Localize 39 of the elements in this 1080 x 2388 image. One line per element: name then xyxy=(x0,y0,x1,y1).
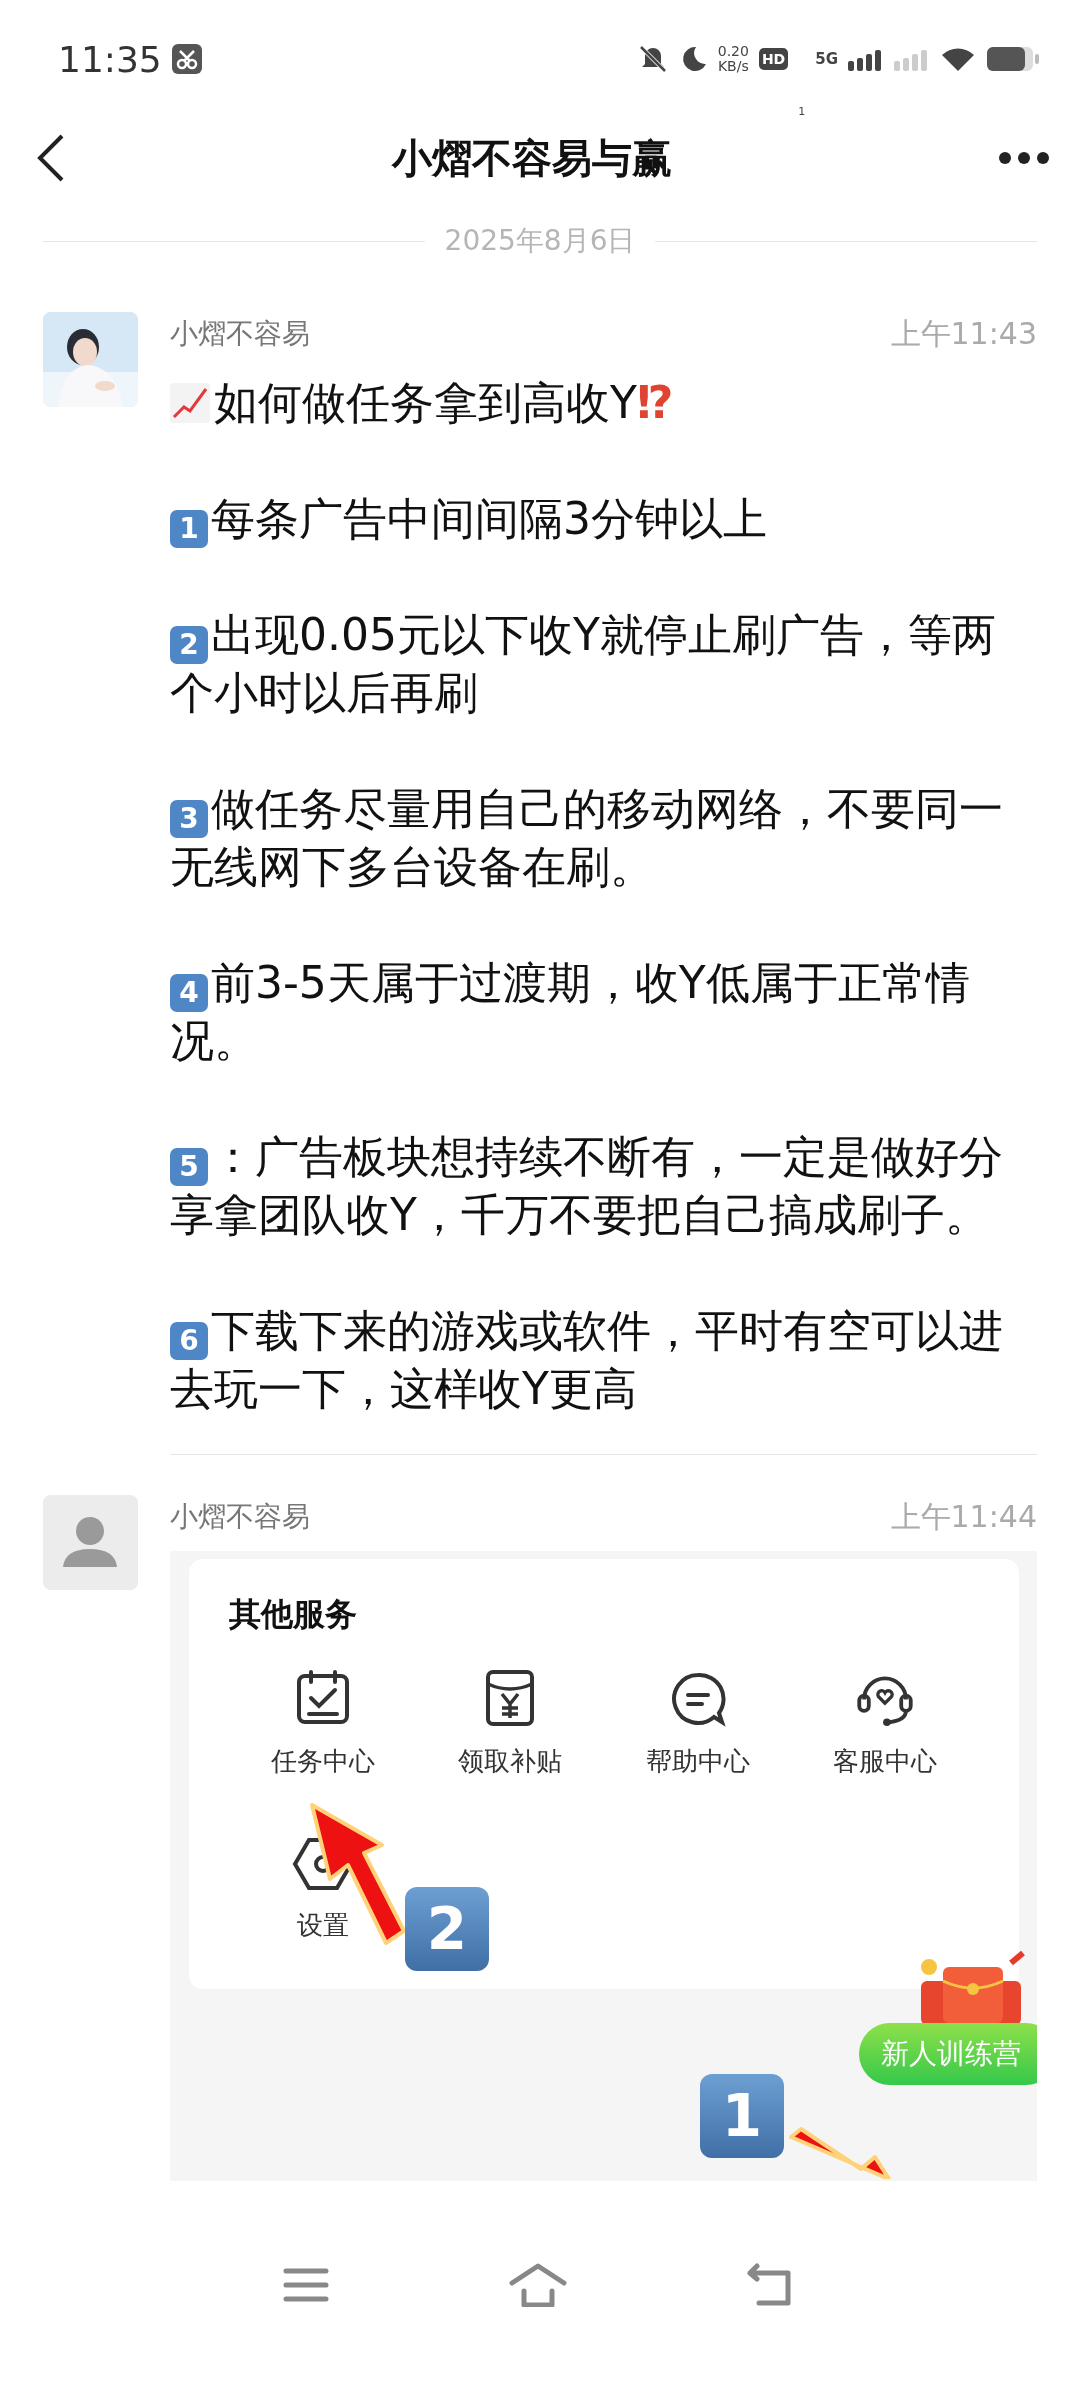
message-time: 上午11:44 xyxy=(890,1497,1037,1536)
chart-up-icon xyxy=(170,383,210,423)
battery-icon xyxy=(986,46,1040,72)
step-badge: 2 xyxy=(405,1887,489,1971)
more-icon[interactable] xyxy=(998,151,1050,165)
back-icon[interactable] xyxy=(36,133,66,183)
signal-icon xyxy=(848,47,884,71)
signal-weak-icon xyxy=(894,47,930,71)
home-icon[interactable] xyxy=(509,2262,567,2307)
chat-title: 小熠不容易与赢 xyxy=(390,133,673,183)
service-label: 帮助中心 xyxy=(645,1745,750,1778)
numbered-tip: 2 出现0.05元以下收Y就停止刷广告，等两个小时以后再刷 xyxy=(170,608,997,720)
yen-box-icon xyxy=(484,1668,537,1728)
service-label: 任务中心 xyxy=(270,1745,375,1778)
speed-unit: KB/s xyxy=(717,59,749,74)
numbered-tip: 1 每条广告中间间隔3分钟以上 xyxy=(170,490,1010,548)
numbered-tip: 3 做任务尽量用自己的移动网络，不要同一无线网下多台设备在刷。 xyxy=(170,782,1004,894)
sim-number: 1 xyxy=(798,105,806,118)
step-badge: 1 xyxy=(700,2074,784,2158)
sender-name: 小熠不容易 xyxy=(170,1499,310,1535)
service-label: 设置 xyxy=(296,1909,349,1942)
hd-badge: HD xyxy=(758,48,789,70)
scissors-icon xyxy=(171,44,202,74)
speed-value: 0.20 xyxy=(717,44,749,59)
service-label: 领取补贴 xyxy=(458,1745,563,1778)
section-title: 其他服务 xyxy=(229,1594,358,1635)
network-type: 5G xyxy=(815,50,838,68)
menu-icon[interactable] xyxy=(283,2266,329,2303)
numbered-tip: 6 下载下来的游戏或软件，平时有空可以进去玩一下，这样收Y更高 xyxy=(170,1304,1004,1416)
sender-name: 小熠不容易 xyxy=(170,316,310,352)
bell-muted-icon xyxy=(637,44,668,74)
message-heading: 如何做任务拿到高收Y⁉ xyxy=(214,376,674,430)
status-time: 11:35 xyxy=(58,38,162,80)
date-divider: 2025年8月6日 xyxy=(444,223,636,259)
numbered-tip: 4 前3-5天属于过渡期，收Y低属于正常情况。 xyxy=(170,956,971,1068)
message-time: 上午11:43 xyxy=(890,314,1037,353)
service-label: 客服中心 xyxy=(833,1745,938,1778)
promo-button[interactable]: 新人训练营 xyxy=(859,2023,1037,2085)
numbered-tip: 5 ：广告板块想持续不断有，一定是做好分享拿团队收Y，千万不要把自己搞成刷子。 xyxy=(170,1130,1004,1242)
